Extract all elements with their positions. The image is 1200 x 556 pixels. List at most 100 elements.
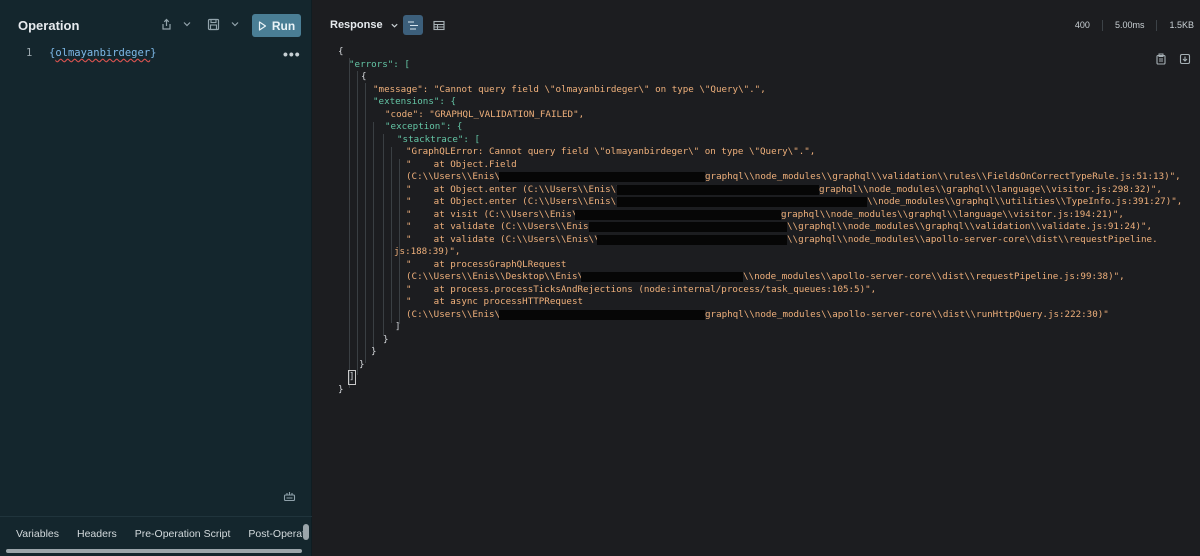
indent-guide	[349, 58, 350, 388]
indent-guide	[357, 71, 358, 375]
json-key: "exception": {	[385, 121, 463, 132]
redaction-bar	[575, 210, 781, 220]
response-stats: 400 5.00ms 1.5KB	[1075, 20, 1194, 31]
chevron-down-icon	[183, 22, 191, 27]
play-icon	[258, 20, 266, 31]
json-view-button[interactable]	[403, 15, 423, 35]
clipboard-icon	[1156, 53, 1166, 65]
operation-header: Operation Run	[0, 0, 312, 48]
json-string: " at async processHTTPRequest	[406, 296, 584, 307]
json-line: "stacktrace": [	[397, 134, 480, 147]
response-dropdown[interactable]: Response	[330, 19, 399, 31]
redaction-bar	[589, 222, 787, 232]
json-string: "GraphQLError: Cannot query field \"olma…	[406, 146, 816, 157]
json-line: "message": "Cannot query field \"olmayan…	[373, 84, 766, 97]
prettify-button[interactable]	[283, 489, 296, 507]
chevron-down-icon	[390, 23, 398, 28]
indent-guide	[399, 159, 400, 324]
query-text[interactable]: {olmayanbirdeger}	[49, 47, 156, 59]
json-string: \\graphql\\node_modules\\apollo-server-c…	[787, 234, 1158, 245]
query-close-brace: }	[150, 47, 157, 59]
share-icon	[162, 18, 171, 30]
table-view-button[interactable]	[429, 15, 449, 35]
redaction-bar	[499, 172, 705, 182]
download-button[interactable]	[1179, 52, 1191, 70]
json-line: "code": "GRAPHQL_VALIDATION_FAILED",	[385, 109, 584, 122]
run-label: Run	[271, 18, 296, 33]
stat-divider	[1101, 20, 1103, 31]
indent-guide	[391, 147, 392, 323]
json-string: " at processGraphQLRequest	[406, 259, 567, 270]
json-line: }	[383, 334, 389, 345]
json-string: \\node_modules\\graphql\\utilities\\Type…	[867, 196, 1183, 207]
download-icon	[1179, 53, 1191, 65]
json-string: (C:\\Users\\Enis\\Desktop\\Enis\\	[406, 271, 589, 282]
json-string: (C:\\Users\\Enis\\	[406, 309, 506, 320]
magic-wand-icon	[283, 492, 296, 502]
tabs-vertical-scrollbar[interactable]	[303, 524, 309, 540]
json-line: }	[338, 384, 344, 395]
json-line: ]	[348, 370, 356, 385]
json-key: "errors": [	[349, 59, 410, 70]
json-string: " at Object.Field	[406, 159, 517, 170]
json-string: " at validate (C:\\Users\\Enis\\	[406, 234, 600, 245]
tab-variables[interactable]: Variables	[0, 528, 59, 540]
json-string: js:188:39)",	[394, 246, 461, 257]
json-entry: "code": "GRAPHQL_VALIDATION_FAILED",	[385, 109, 585, 120]
save-icon	[207, 18, 220, 31]
stat-divider	[1156, 20, 1158, 31]
operation-tabs: Variables Headers Pre-Operation Script P…	[0, 516, 312, 550]
indent-guide	[365, 83, 366, 363]
json-key: "extensions": {	[373, 96, 456, 107]
json-string: graphql\\node_modules\\graphql\\language…	[819, 184, 1162, 195]
tabs-horizontal-scrollbar[interactable]	[6, 549, 302, 553]
json-line: "extensions": {	[373, 96, 456, 109]
json-string: " at validate (C:\\Users\\Enis\\	[406, 221, 600, 232]
more-options-button[interactable]: •••	[283, 47, 301, 61]
json-line: ]	[395, 321, 401, 332]
indent-guide	[383, 134, 384, 336]
copy-button[interactable]	[1155, 52, 1167, 70]
response-panel: Response 400 5.00ms 1.5KB { "errors": [ …	[313, 0, 1200, 556]
json-string: " at visit (C:\\Users\\Enis\\	[406, 209, 584, 220]
response-size: 1.5KB	[1169, 20, 1194, 30]
json-key: "stacktrace": [	[397, 134, 480, 145]
response-title: Response	[330, 19, 383, 31]
json-line: "errors": [	[349, 59, 410, 72]
query-field: olmayanbirdeger	[55, 47, 151, 59]
table-icon	[433, 20, 445, 30]
query-editor-line[interactable]: 1 {olmayanbirdeger}	[0, 45, 312, 61]
json-string: graphql\\node_modules\\graphql\\validati…	[705, 171, 1181, 182]
response-time: 5.00ms	[1114, 20, 1145, 30]
json-string: \\graphql\\node_modules\\graphql\\valida…	[787, 221, 1153, 232]
json-string: " at Object.enter (C:\\Users\\Enis\\	[406, 196, 622, 207]
save-button[interactable]	[207, 18, 220, 31]
json-string: (C:\\Users\\Enis\\	[406, 171, 506, 182]
operation-panel: Operation Run 1 {olmayanbirdeger} ••• Va…	[0, 0, 312, 556]
redaction-bar	[617, 197, 867, 207]
run-button[interactable]: Run	[252, 14, 301, 37]
json-string: graphql\\node_modules\\apollo-server-cor…	[705, 309, 1109, 320]
operation-title: Operation	[18, 18, 80, 33]
tab-pre-operation-script[interactable]: Pre-Operation Script	[117, 528, 231, 540]
redaction-bar	[581, 272, 743, 282]
tab-headers[interactable]: Headers	[59, 528, 117, 540]
json-string: " at Object.enter (C:\\Users\\Enis\\	[406, 184, 622, 195]
chevron-down-icon	[231, 22, 239, 27]
share-dropdown-button[interactable]	[182, 19, 192, 29]
json-line: {	[361, 71, 367, 82]
json-entry: "message": "Cannot query field \"olmayan…	[373, 84, 766, 95]
share-button[interactable]	[160, 18, 173, 31]
text-lines-icon	[408, 20, 418, 30]
line-number: 1	[26, 47, 33, 59]
json-string: \\node_modules\\apollo-server-core\\dist…	[743, 271, 1125, 282]
indent-guide	[373, 122, 374, 350]
save-dropdown-button[interactable]	[230, 19, 240, 29]
json-string: " at process.processTicksAndRejections (…	[406, 284, 877, 295]
redaction-bar	[617, 185, 819, 195]
status-code: 400	[1074, 20, 1090, 30]
json-line: }	[371, 346, 377, 357]
redaction-bar	[597, 235, 787, 245]
tab-post-operation-script[interactable]: Post-Operati	[230, 528, 307, 540]
json-line: {	[338, 46, 344, 57]
